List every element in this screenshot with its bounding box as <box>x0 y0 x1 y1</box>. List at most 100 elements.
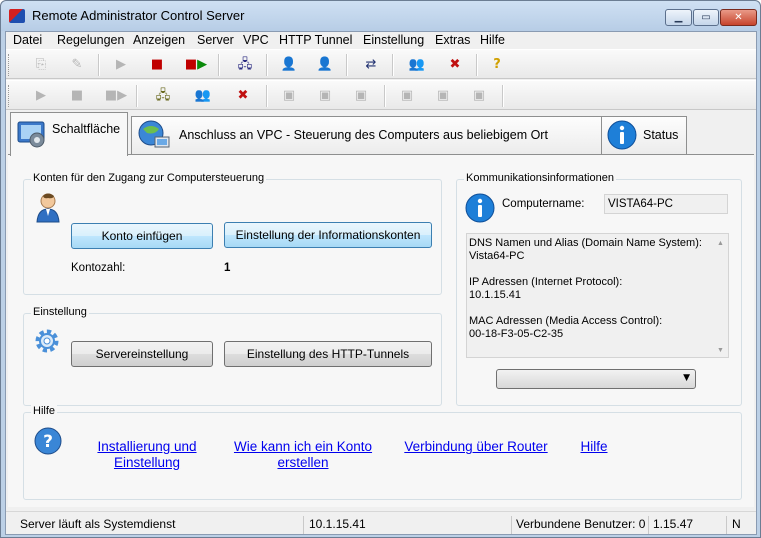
settings-group-title: Einstellung <box>31 306 89 318</box>
computername-field[interactable]: VISTA64-PC <box>604 194 728 214</box>
link-konto-erstellen[interactable]: Wie kann ich ein Konto erstellen <box>228 439 378 471</box>
users-connect-icon[interactable]: 👥 <box>402 55 432 75</box>
connect-computers-icon[interactable]: 🖧 <box>148 86 178 106</box>
toolbar-separator <box>266 85 268 107</box>
tab-vpc[interactable]: Anschluss an VPC - Steuerung des Compute… <box>131 116 603 154</box>
gear-icon <box>35 329 59 353</box>
tab-schaltflaeche-label: Schaltfläche <box>52 122 121 136</box>
menu-anzeigen[interactable]: Anzeigen <box>133 32 185 48</box>
play-icon[interactable]: ▶ <box>110 55 132 75</box>
menu-regelungen[interactable]: Regelungen <box>57 32 124 48</box>
info-icon <box>607 120 637 150</box>
user-disconnect-icon[interactable]: 👤 <box>314 55 336 75</box>
monitor-icon[interactable]: ▣ <box>314 86 336 106</box>
users-block-icon[interactable]: ✖ <box>440 55 470 75</box>
app-logo-icon <box>9 9 25 23</box>
link-hilfe[interactable]: Hilfe <box>574 439 614 455</box>
konto-einfuegen-button[interactable]: Konto einfügen <box>71 223 213 249</box>
scroll-down-icon[interactable]: ▼ <box>717 344 724 357</box>
tab-vpc-label: Anschluss an VPC - Steuerung des Compute… <box>179 128 548 142</box>
chevron-down-icon: ▼ <box>683 373 690 383</box>
control-panel-icon <box>17 121 45 148</box>
link-installierung[interactable]: Installierung und Einstellung <box>82 439 212 471</box>
status-version: 1.15.47 <box>653 516 727 534</box>
computername-label: Computername: <box>502 198 585 210</box>
accounts-group-title: Konten für den Zugang zur Computersteuer… <box>31 172 267 184</box>
http-tunnel-einstellung-button[interactable]: Einstellung des HTTP-Tunnels <box>224 341 432 367</box>
monitor-icon[interactable]: ▣ <box>396 86 418 106</box>
stop-start-icon[interactable]: ■▶ <box>182 55 210 75</box>
network-combo[interactable]: ▼ <box>496 369 696 389</box>
monitor-icon[interactable]: ▣ <box>278 86 300 106</box>
status-ip: 10.1.15.41 <box>309 516 512 534</box>
user-icon <box>36 193 60 223</box>
toolbar-grip[interactable] <box>8 54 11 76</box>
textarea-scrollbar[interactable]: ▲ ▼ <box>714 234 728 357</box>
monitor-icon[interactable]: ▣ <box>468 86 490 106</box>
status-bar: Server läuft als Systemdienst 10.1.15.41… <box>6 511 756 534</box>
stop-icon[interactable]: ■ <box>146 55 168 75</box>
maximize-button[interactable]: ▭ <box>693 9 719 26</box>
toolbar-separator <box>502 85 504 107</box>
tab-schaltflaeche[interactable]: Schaltfläche <box>10 112 128 156</box>
menu-server[interactable]: Server <box>197 32 234 48</box>
users-connect-icon[interactable]: 👥 <box>188 86 218 106</box>
einstellung-informationskonten-button[interactable]: Einstellung der Informationskonten <box>224 222 432 248</box>
tab-status-label: Status <box>643 128 679 142</box>
stop-start-icon[interactable]: ■▶ <box>102 86 130 106</box>
dns-value: Vista64-PC <box>469 250 525 262</box>
menu-hilfe[interactable]: Hilfe <box>480 32 505 48</box>
toolbar-separator <box>476 54 478 76</box>
client-area: Datei Regelungen Anzeigen Server VPC HTT… <box>5 31 757 535</box>
tab-status[interactable]: Status <box>601 116 687 154</box>
kontozahl-label: Kontozahl: <box>71 262 126 274</box>
monitor-icon[interactable]: ▣ <box>350 86 372 106</box>
toolbar-separator <box>218 54 220 76</box>
toolbar-separator <box>266 54 268 76</box>
globe-network-icon <box>138 120 170 148</box>
mac-title: MAC Adressen (Media Access Control): <box>469 315 663 327</box>
menu-vpc[interactable]: VPC <box>243 32 269 48</box>
network-info-textarea[interactable]: DNS Namen und Alias (Domain Name System)… <box>466 233 729 358</box>
menu-einstellung[interactable]: Einstellung <box>363 32 424 48</box>
menu-http-tunnel[interactable]: HTTP Tunnel <box>279 32 352 48</box>
help-group-title: Hilfe <box>31 405 58 417</box>
ip-title: IP Adressen (Internet Protocol): <box>469 276 623 288</box>
toolbar-grip[interactable] <box>8 85 11 107</box>
toolbar-secondary: ▶ ■ ■▶ 🖧 👥 ✖ ▣ ▣ ▣ ▣ ▣ ▣ <box>6 80 756 110</box>
users-block-icon[interactable]: ✖ <box>228 86 258 106</box>
servereinstellung-button[interactable]: Servereinstellung <box>71 341 213 367</box>
copy-icon[interactable]: ⎘ <box>30 55 52 75</box>
status-users: Verbundene Benutzer: 0 <box>516 516 649 534</box>
status-service: Server läuft als Systemdienst <box>20 516 304 534</box>
stop-icon[interactable]: ■ <box>66 86 88 106</box>
menu-bar: Datei Regelungen Anzeigen Server VPC HTT… <box>6 32 756 48</box>
monitor-icon[interactable]: ▣ <box>432 86 454 106</box>
scroll-up-icon[interactable]: ▲ <box>717 237 724 250</box>
toolbar-separator <box>136 85 138 107</box>
user-remote-icon[interactable]: 👤 <box>278 55 300 75</box>
ip-value: 10.1.15.41 <box>469 289 521 301</box>
close-button[interactable]: ✕ <box>720 9 757 26</box>
status-extra: N <box>732 517 741 531</box>
play-icon[interactable]: ▶ <box>30 86 52 106</box>
user-switch-icon[interactable]: ⇄ <box>360 55 382 75</box>
minimize-button[interactable]: ▁ <box>665 9 692 26</box>
title-bar[interactable]: Remote Administrator Control Server ▁ ▭ … <box>1 1 760 31</box>
help-question-icon[interactable]: ? <box>486 55 508 75</box>
kontozahl-value: 1 <box>224 262 231 274</box>
window-title: Remote Administrator Control Server <box>32 8 245 23</box>
eraser-icon[interactable]: ✎ <box>66 55 88 75</box>
mac-value: 00-18-F3-05-C2-35 <box>469 328 564 340</box>
menu-datei[interactable]: Datei <box>13 32 42 48</box>
comm-info-group-title: Kommunikationsinformationen <box>464 172 616 184</box>
toolbar-separator <box>346 54 348 76</box>
link-verbindung-router[interactable]: Verbindung über Router <box>396 439 556 455</box>
info-icon <box>465 193 495 223</box>
menu-extras[interactable]: Extras <box>435 32 470 48</box>
app-window: Remote Administrator Control Server ▁ ▭ … <box>0 0 761 538</box>
connect-computers-icon[interactable]: 🖧 <box>230 55 260 75</box>
help-question-icon: ? <box>34 427 62 455</box>
toolbar-main: ⎘ ✎ ▶ ■ ■▶ 🖧 👤 👤 ⇄ 👥 ✖ ? <box>6 49 756 79</box>
tab-bar: Schaltfläche Anschluss an VPC - Steuerun… <box>6 112 756 156</box>
